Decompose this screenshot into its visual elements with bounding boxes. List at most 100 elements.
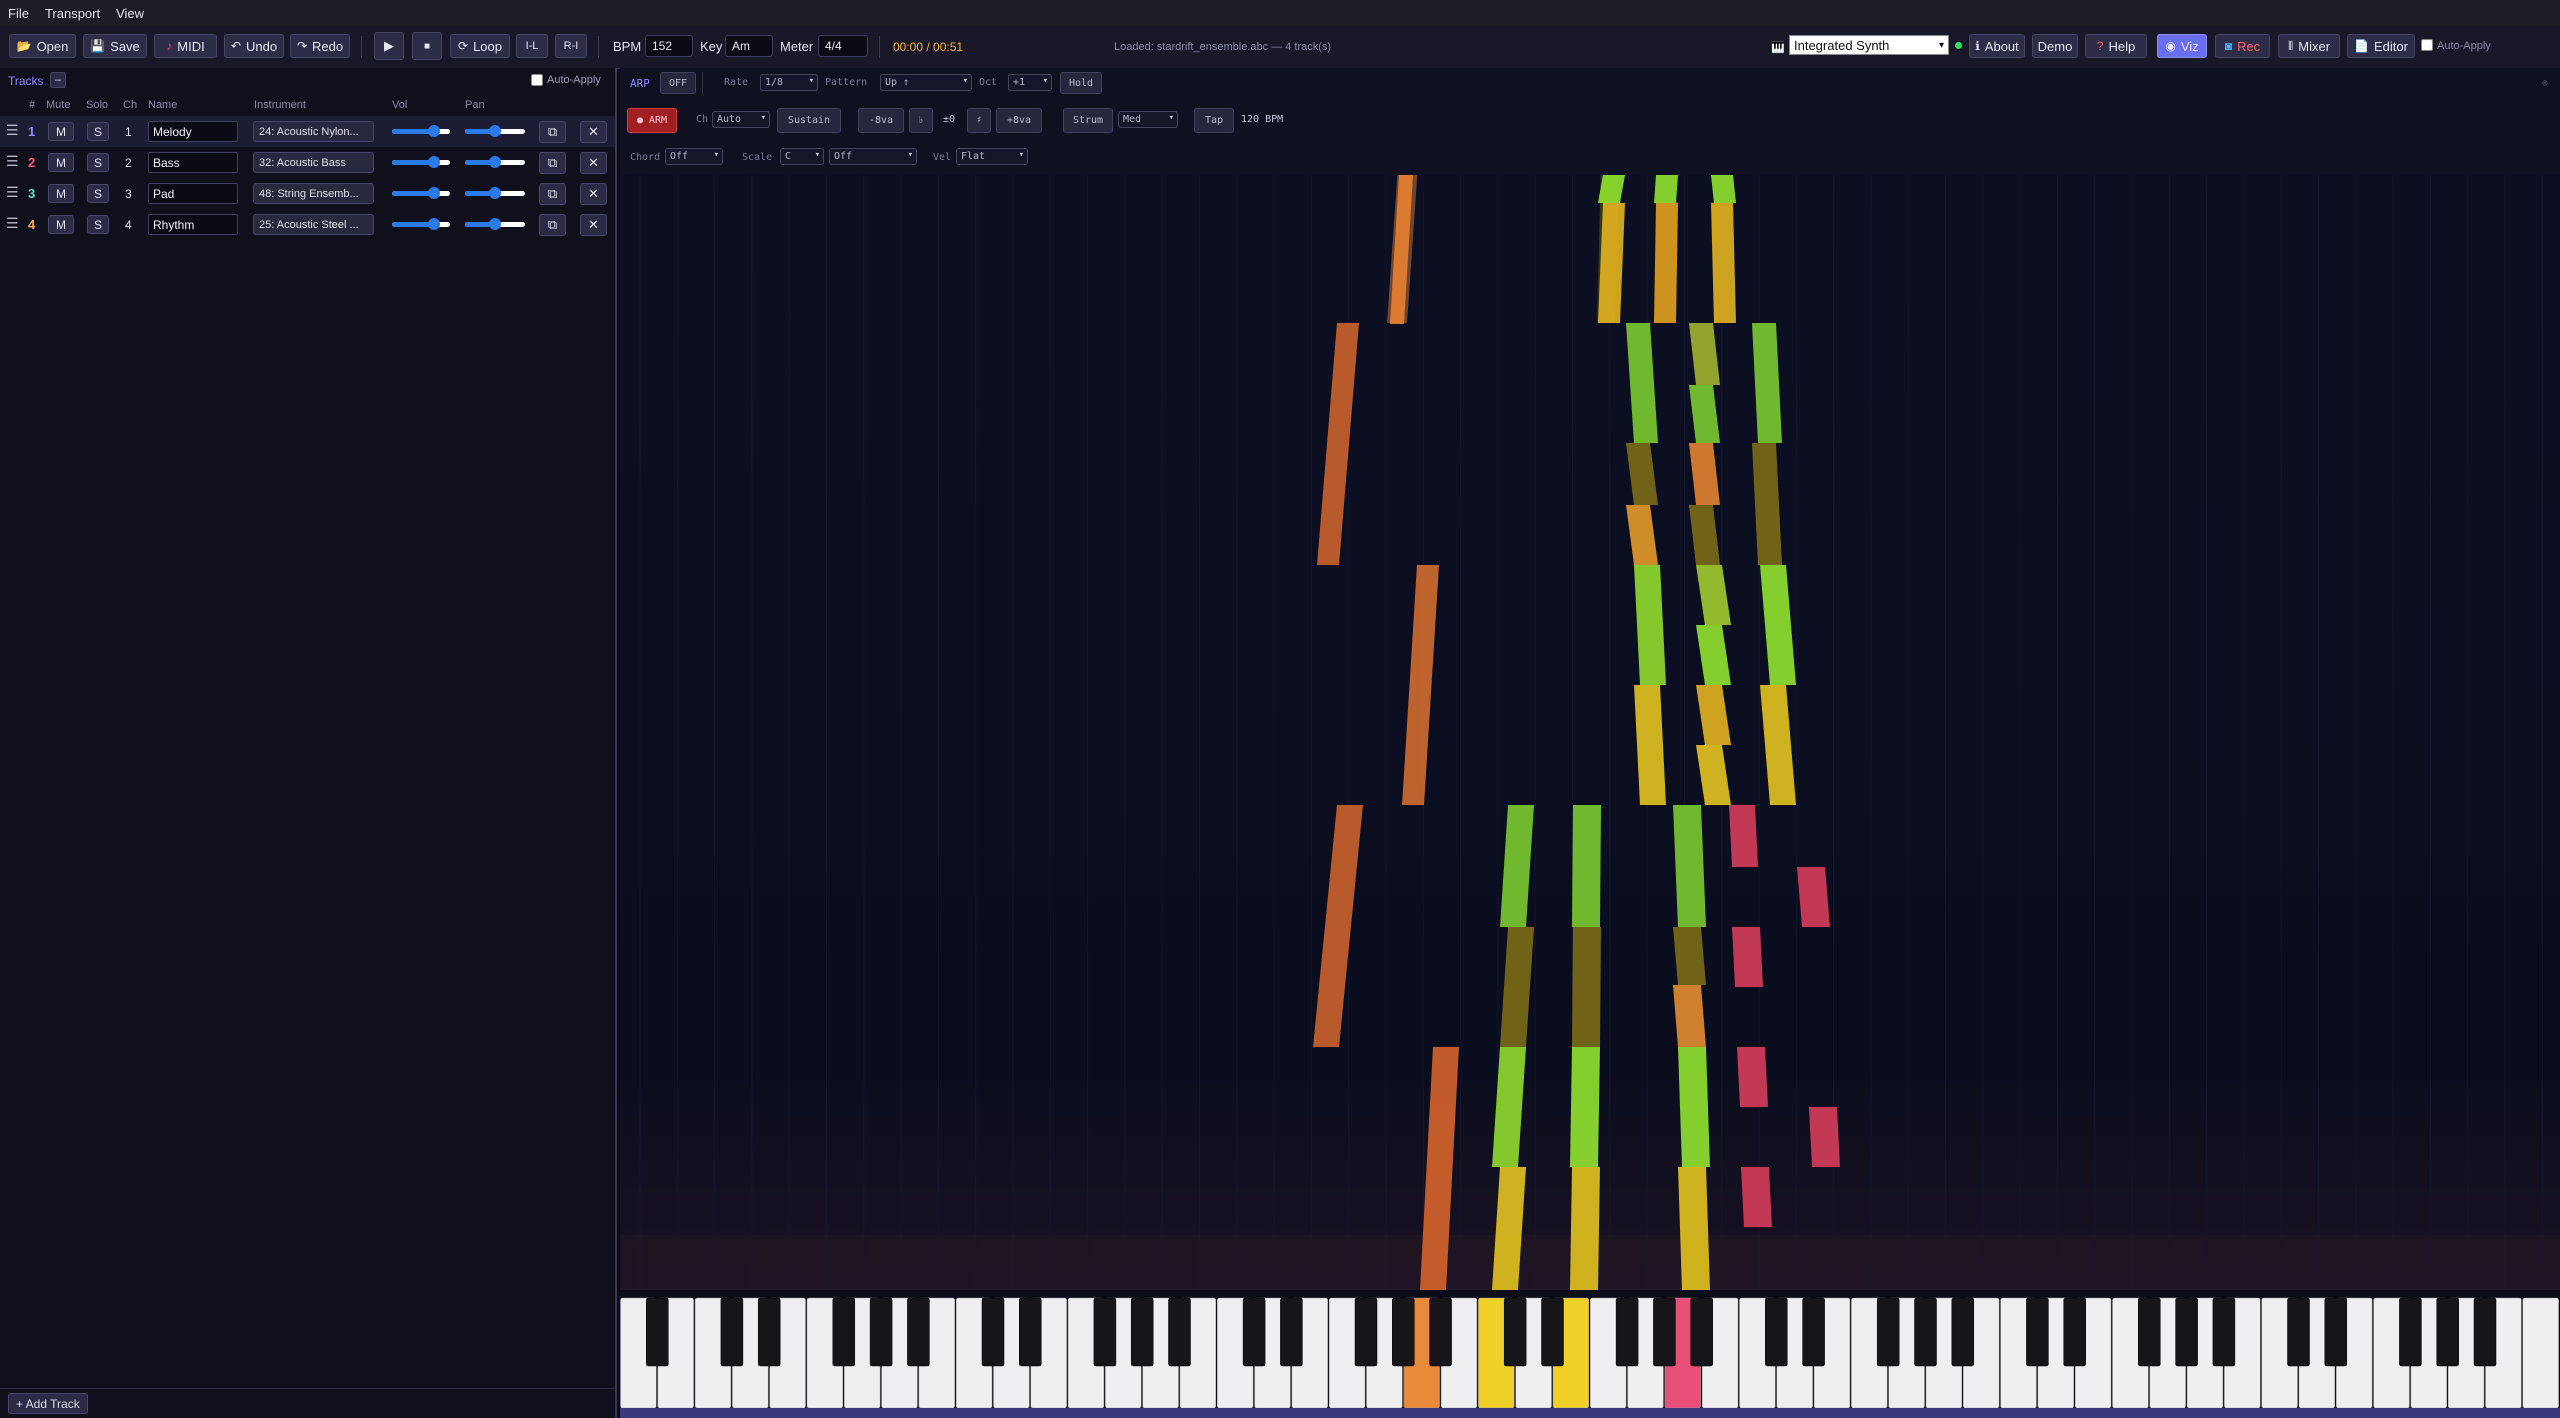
auto-apply-checkbox[interactable]: [2421, 39, 2433, 51]
black-key[interactable]: [1503, 1297, 1527, 1367]
mute-button[interactable]: M: [48, 153, 74, 172]
black-key[interactable]: [720, 1297, 744, 1367]
black-key[interactable]: [1690, 1297, 1713, 1367]
pan-slider[interactable]: [465, 218, 525, 230]
black-key[interactable]: [1765, 1297, 1788, 1367]
black-key[interactable]: [2026, 1297, 2049, 1367]
midi-button[interactable]: ♪ MIDI: [154, 34, 217, 58]
instrument-select[interactable]: 48: String Ensemb...: [253, 183, 374, 204]
delete-track-button[interactable]: ✕: [580, 152, 607, 174]
tracks-auto-apply-checkbox[interactable]: [531, 74, 543, 86]
pattern-select[interactable]: Up ↑ ▾: [880, 74, 972, 91]
open-button[interactable]: 📂 Open: [9, 34, 76, 58]
help-button[interactable]: ? Help: [2085, 34, 2147, 58]
black-key[interactable]: [2324, 1297, 2348, 1367]
duplicate-track-button[interactable]: ⧉: [539, 121, 566, 143]
demo-button[interactable]: Demo: [2032, 34, 2078, 58]
redo-button[interactable]: ↷ Redo: [290, 34, 350, 58]
black-key[interactable]: [1093, 1297, 1117, 1367]
black-key[interactable]: [1019, 1297, 1042, 1367]
stop-button[interactable]: ■: [412, 32, 442, 60]
pan-slider[interactable]: [465, 125, 525, 137]
piano-keyboard[interactable]: [620, 1290, 2560, 1418]
mute-button[interactable]: M: [48, 122, 74, 141]
black-key[interactable]: [757, 1297, 781, 1367]
sharp-button[interactable]: ♯: [967, 108, 991, 133]
scale-mode-select[interactable]: Off ▾: [829, 148, 917, 165]
track-name-input[interactable]: Melody: [148, 121, 238, 142]
black-key[interactable]: [1280, 1297, 1303, 1367]
volume-slider[interactable]: [392, 187, 450, 199]
collapse-tracks-button[interactable]: –: [50, 72, 66, 88]
black-key[interactable]: [2212, 1297, 2236, 1367]
menu-transport[interactable]: Transport: [37, 6, 108, 21]
track-row[interactable]: ☰ 3 M S 3 Pad 48: String Ensemb... ⧉ ✕: [0, 178, 615, 209]
black-key[interactable]: [1653, 1297, 1676, 1367]
black-key[interactable]: [1802, 1297, 1825, 1367]
sustain-button[interactable]: Sustain: [777, 108, 841, 133]
undo-button[interactable]: ↶ Undo: [224, 34, 284, 58]
synth-select[interactable]: Integrated Synth ▾: [1789, 35, 1949, 55]
slider-thumb[interactable]: [427, 125, 440, 137]
black-key[interactable]: [2138, 1297, 2161, 1367]
black-key[interactable]: [1242, 1297, 1266, 1367]
black-key[interactable]: [1541, 1297, 1564, 1367]
slider-thumb[interactable]: [427, 218, 440, 230]
rec-button[interactable]: ◙ Rec: [2215, 34, 2270, 58]
arp-off-button[interactable]: OFF: [660, 72, 696, 94]
black-key[interactable]: [2399, 1297, 2422, 1367]
loop-left-button[interactable]: I-L: [516, 34, 548, 58]
delete-track-button[interactable]: ✕: [580, 183, 607, 205]
chord-select[interactable]: Off ▾: [665, 148, 723, 165]
black-key[interactable]: [1354, 1297, 1378, 1367]
solo-button[interactable]: S: [87, 153, 109, 172]
black-key[interactable]: [1615, 1297, 1639, 1367]
track-name-input[interactable]: Rhythm: [148, 214, 238, 235]
velocity-select[interactable]: Flat ▾: [956, 148, 1028, 165]
black-key[interactable]: [2287, 1297, 2310, 1367]
octave-down-button[interactable]: -8va: [858, 108, 904, 133]
black-key[interactable]: [1168, 1297, 1191, 1367]
black-key[interactable]: [1429, 1297, 1452, 1367]
black-key[interactable]: [869, 1297, 893, 1367]
loop-button[interactable]: ⟳ Loop: [450, 34, 510, 58]
volume-slider[interactable]: [392, 218, 450, 230]
tap-tempo-button[interactable]: Tap: [1194, 108, 1234, 133]
drag-handle-icon[interactable]: ☰: [6, 184, 19, 201]
black-key[interactable]: [981, 1297, 1005, 1367]
volume-slider[interactable]: [392, 156, 450, 168]
about-button[interactable]: ℹ About: [1969, 34, 2025, 58]
slider-thumb[interactable]: [489, 156, 501, 168]
instrument-select[interactable]: 24: Acoustic Nylon...: [253, 121, 374, 142]
drag-handle-icon[interactable]: ☰: [6, 153, 19, 170]
black-key[interactable]: [646, 1297, 669, 1367]
black-key[interactable]: [2175, 1297, 2198, 1367]
save-button[interactable]: 💾 Save: [83, 34, 147, 58]
viz-button[interactable]: ◉ Viz: [2157, 34, 2207, 58]
track-name-input[interactable]: Bass: [148, 152, 238, 173]
strum-speed-select[interactable]: Med ▾: [1118, 111, 1178, 128]
solo-button[interactable]: S: [87, 122, 109, 141]
white-key[interactable]: [2522, 1297, 2559, 1409]
loop-right-button[interactable]: R-I: [555, 34, 587, 58]
instrument-select[interactable]: 25: Acoustic Steel ...: [253, 214, 374, 235]
instrument-select[interactable]: 32: Acoustic Bass: [253, 152, 374, 173]
track-row[interactable]: ☰ 1 M S 1 Melody 24: Acoustic Nylon... ⧉ ✕: [0, 116, 615, 147]
pan-slider[interactable]: [465, 156, 525, 168]
duplicate-track-button[interactable]: ⧉: [539, 183, 566, 205]
add-track-button[interactable]: + Add Track: [8, 1393, 88, 1414]
black-key[interactable]: [907, 1297, 930, 1367]
octave-up-button[interactable]: +8va: [996, 108, 1042, 133]
slider-thumb[interactable]: [427, 156, 440, 168]
black-key[interactable]: [1951, 1297, 1975, 1367]
keyboard-scroll-bar[interactable]: [620, 1408, 2560, 1418]
black-key[interactable]: [832, 1297, 856, 1367]
scale-root-select[interactable]: C ▾: [780, 148, 824, 165]
drag-handle-icon[interactable]: ☰: [6, 215, 19, 232]
black-key[interactable]: [2473, 1297, 2497, 1367]
black-key[interactable]: [2436, 1297, 2459, 1367]
duplicate-track-button[interactable]: ⧉: [539, 214, 566, 236]
rate-select[interactable]: 1/8 ▾: [760, 74, 818, 91]
slider-thumb[interactable]: [489, 125, 501, 137]
slider-thumb[interactable]: [427, 187, 440, 199]
